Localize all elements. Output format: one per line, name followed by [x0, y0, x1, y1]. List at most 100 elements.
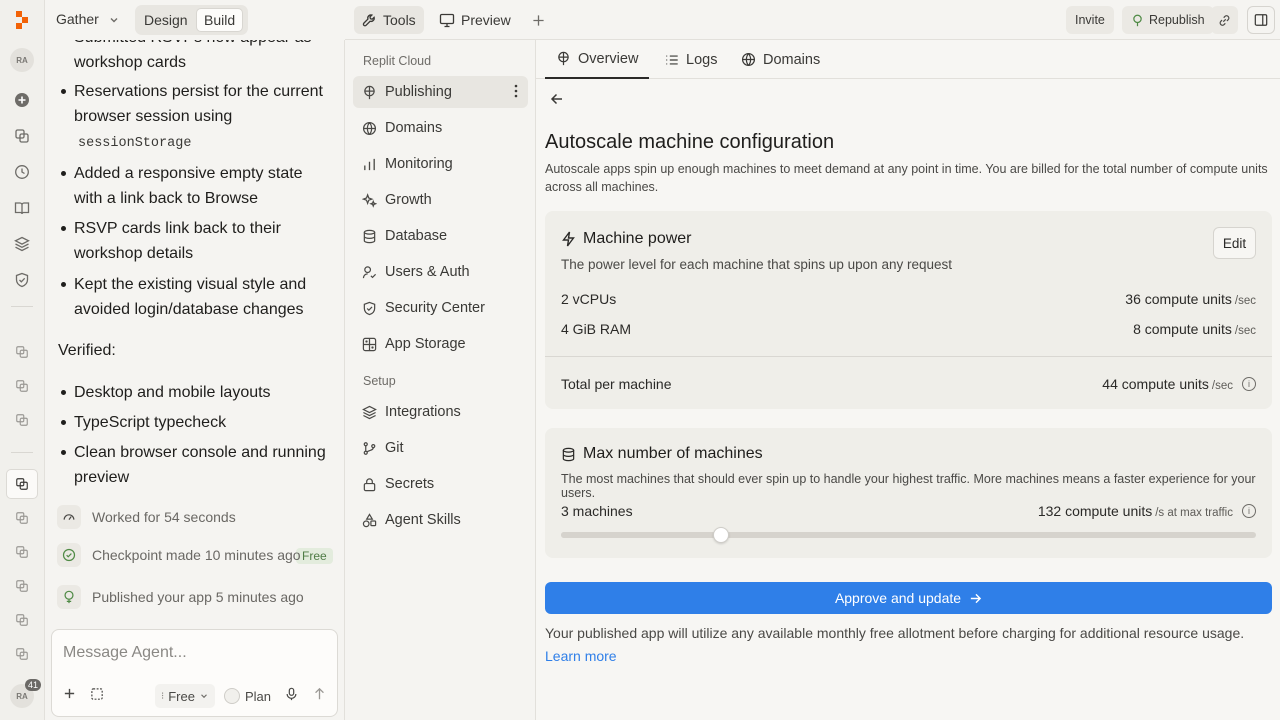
republish-button[interactable]: Republish [1122, 6, 1214, 34]
model-label: Free [168, 688, 195, 704]
select-element-icon[interactable] [90, 687, 105, 702]
tools-tab[interactable]: Tools [354, 6, 424, 34]
file-icon[interactable] [11, 609, 33, 631]
globe-icon [741, 52, 756, 67]
status-published[interactable]: Published your app 5 minutes ago [57, 585, 304, 609]
menu-item-integrations[interactable]: Integrations [353, 396, 528, 428]
invite-label: Invite [1075, 13, 1105, 27]
tab-domains[interactable]: Domains [730, 40, 831, 79]
menu-item-secrets[interactable]: Secrets [353, 468, 528, 500]
add-tab-button[interactable] [524, 6, 553, 34]
info-icon[interactable]: i [1242, 504, 1256, 518]
footer-note: Your published app will utilize any avai… [545, 625, 1245, 641]
tab-logs[interactable]: Logs [654, 40, 728, 79]
preview-tab[interactable]: Preview [431, 6, 519, 34]
chat-line: Clean browser console and running [74, 444, 326, 461]
menu-item-database[interactable]: Database [353, 220, 528, 252]
chat-line: workshop details [74, 245, 194, 262]
max-machines-card: Max number of machines The most machines… [545, 428, 1272, 558]
history-icon[interactable] [11, 161, 33, 183]
menu-item-app-storage[interactable]: App Storage [353, 328, 528, 360]
ram-value: 8 compute units/sec [1133, 321, 1256, 337]
model-selector[interactable]: ⁝ Free [155, 684, 215, 708]
file-icon[interactable] [11, 341, 33, 363]
link-button[interactable] [1211, 6, 1238, 34]
book-icon[interactable] [11, 197, 33, 219]
cpu-units: 36 compute units [1125, 291, 1232, 307]
status-checkpoint[interactable]: Checkpoint made 10 minutes ago [57, 543, 301, 567]
chat-line: preview [74, 469, 130, 486]
info-icon[interactable]: i [1242, 377, 1256, 391]
menu-item-security-center[interactable]: Security Center [353, 292, 528, 324]
message-input[interactable]: Message Agent... [63, 644, 187, 662]
menu-item-publishing[interactable]: Publishing [353, 76, 528, 108]
more-vertical-icon[interactable] [514, 84, 518, 98]
chat-line: RSVP cards link back to their [74, 220, 281, 237]
machines-slider[interactable] [561, 527, 1256, 543]
plus-icon[interactable] [63, 687, 76, 700]
chevron-down-icon[interactable] [108, 14, 120, 26]
file-icon[interactable] [11, 409, 33, 431]
menu-item-growth[interactable]: Growth [353, 184, 528, 216]
storage-icon [361, 336, 377, 352]
edit-button[interactable]: Edit [1213, 227, 1256, 259]
layers-icon[interactable] [11, 233, 33, 255]
tab-label: Logs [686, 51, 718, 68]
bullet [61, 89, 66, 94]
shield-icon[interactable] [11, 269, 33, 291]
publish-icon [1133, 14, 1142, 26]
file-icon[interactable] [11, 375, 33, 397]
toggle-panel-button[interactable] [1247, 6, 1275, 34]
avatar[interactable]: RA [10, 48, 34, 72]
total-label: Total per machine [561, 376, 672, 392]
file-icon[interactable] [11, 541, 33, 563]
publish-icon [558, 51, 569, 66]
database-icon [361, 228, 377, 244]
left-rail: RA RA 41 [0, 0, 45, 720]
notification-badge: 41 [25, 679, 42, 691]
new-icon[interactable] [11, 89, 33, 111]
slider-thumb[interactable] [712, 527, 729, 543]
arrow-right-icon [970, 593, 982, 603]
publishing-tabs: Overview Logs Domains [536, 40, 1280, 79]
file-icon[interactable] [11, 575, 33, 597]
unit: /s at max traffic [1155, 507, 1233, 519]
tab-overview[interactable]: Overview [545, 40, 650, 79]
menu-item-agent-skills[interactable]: Agent Skills [353, 504, 528, 536]
card-title-text: Machine power [583, 230, 692, 247]
menu-item-monitoring[interactable]: Monitoring [353, 148, 528, 180]
apps-icon[interactable] [11, 125, 33, 147]
learn-more-link[interactable]: Learn more [545, 648, 617, 664]
status-text: Published your app 5 minutes ago [92, 589, 304, 605]
slider-fill [561, 532, 721, 538]
agent-chat: Submitted RSVPs now appear as workshop c… [45, 40, 345, 720]
build-tab[interactable]: Build [196, 8, 244, 32]
menu-item-domains[interactable]: Domains [353, 112, 528, 144]
section-heading: Replit Cloud [363, 54, 432, 68]
verified-heading: Verified: [58, 342, 116, 359]
approve-button[interactable]: Approve and update [545, 582, 1272, 614]
menu-item-users-auth[interactable]: Users & Auth [353, 256, 528, 288]
design-tab[interactable]: Design [137, 8, 195, 32]
active-workspace-icon[interactable] [6, 469, 38, 499]
microphone-icon[interactable] [285, 687, 298, 701]
file-icon[interactable] [11, 643, 33, 665]
project-name[interactable]: Gather [56, 11, 99, 27]
publishing-panel: Overview Logs Domains Autoscale machine … [536, 40, 1280, 720]
card-divider [545, 356, 1272, 357]
message-composer[interactable]: Message Agent... ⁝ Free Plan [51, 629, 338, 717]
replit-logo-icon[interactable] [11, 9, 33, 31]
plus-icon [533, 14, 544, 26]
send-arrow-icon[interactable] [313, 687, 326, 701]
file-icon[interactable] [11, 507, 33, 529]
arrow-left-icon[interactable] [550, 92, 564, 106]
invite-button[interactable]: Invite [1066, 6, 1114, 34]
code-token: sessionStorage [78, 136, 192, 151]
plan-toggle[interactable]: Plan [224, 684, 271, 708]
ram-label: 4 GiB RAM [561, 321, 632, 337]
chat-line: Kept the existing visual style and [74, 276, 307, 293]
menu-label: Git [385, 440, 404, 456]
status-worked: Worked for 54 seconds [57, 505, 236, 529]
menu-item-git[interactable]: Git [353, 432, 528, 464]
tab-label: Overview [578, 50, 639, 67]
